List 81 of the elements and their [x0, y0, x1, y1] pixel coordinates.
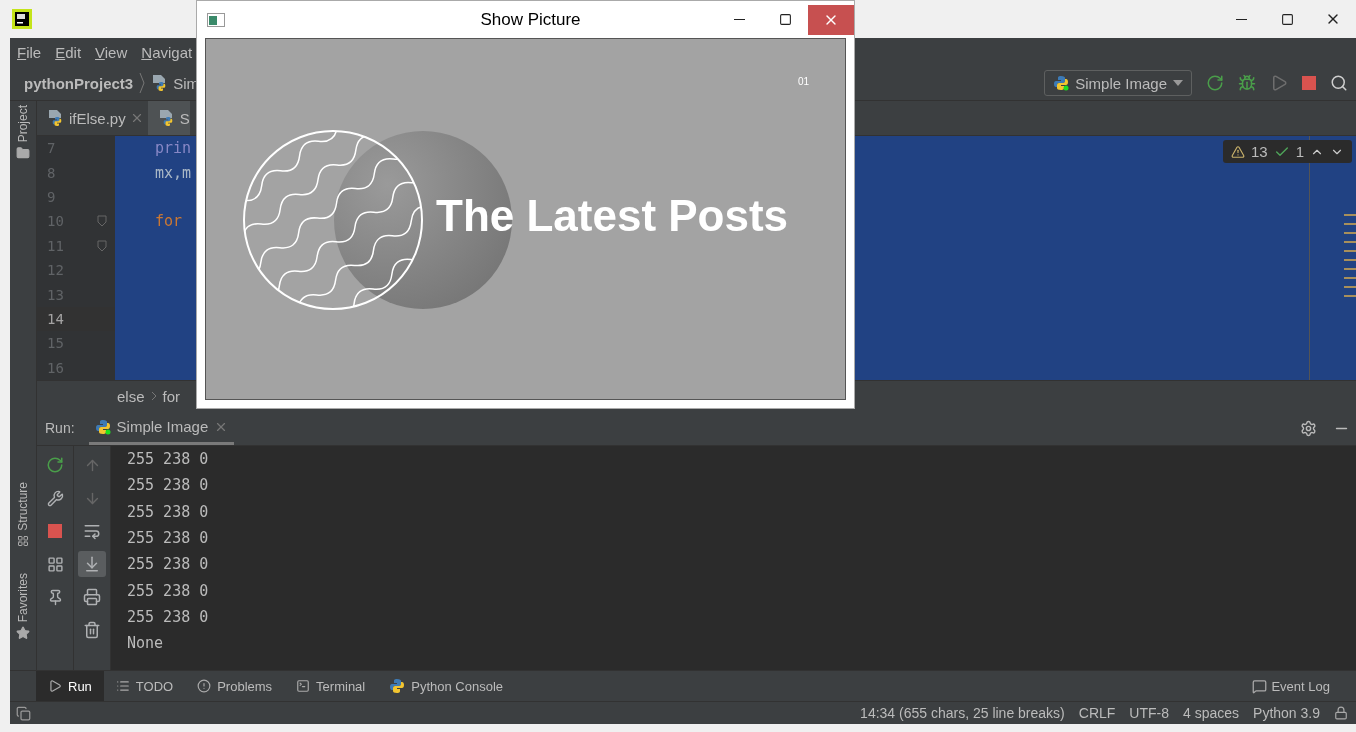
minimize-icon	[733, 19, 745, 20]
status-item[interactable]: UTF-8	[1129, 705, 1169, 721]
chevron-icon	[139, 72, 146, 94]
lock-icon[interactable]	[1334, 706, 1348, 720]
status-item[interactable]: 4 spaces	[1183, 705, 1240, 721]
python-icon	[1053, 75, 1070, 91]
output-line: 255 238 0	[127, 607, 209, 626]
search-icon[interactable]	[1330, 74, 1348, 92]
layout-icon[interactable]	[16, 705, 31, 721]
wrap-icon	[83, 522, 101, 540]
run-label: Run:	[45, 420, 75, 436]
settings-icon[interactable]	[1300, 419, 1317, 437]
layout-icon	[46, 555, 64, 573]
headline: The Latest Posts	[436, 191, 789, 241]
line-number: 14	[47, 310, 65, 327]
structure-icon[interactable]	[17, 535, 29, 548]
slide-number: 01	[798, 76, 810, 87]
warning-icon	[1230, 144, 1245, 159]
app-logo-icon	[12, 9, 32, 29]
bug-icon[interactable]	[1238, 74, 1256, 92]
tool-window-tab[interactable]: Problems	[185, 671, 285, 701]
maximize-icon	[1280, 12, 1294, 26]
trash-icon	[83, 621, 101, 639]
window-title: Show Picture	[480, 9, 581, 30]
tool-window-tab[interactable]: Structure	[16, 478, 30, 536]
chevron-icon	[150, 391, 157, 401]
fold-icon[interactable]	[97, 215, 107, 228]
list-icon	[115, 679, 130, 693]
menu-item[interactable]: File	[17, 43, 42, 61]
rerun-icon[interactable]	[1206, 74, 1224, 92]
output-line: 255 238 0	[127, 581, 209, 600]
python-icon	[94, 418, 111, 435]
terminal-icon	[296, 679, 311, 693]
speech-bubble-icon	[1252, 678, 1268, 694]
maximize-icon	[778, 13, 792, 26]
event-log-button[interactable]: Event Log	[1246, 677, 1356, 695]
tool-window-tab[interactable]: Terminal	[284, 671, 378, 701]
tool-window-tab[interactable]: Run	[36, 671, 104, 701]
star-icon[interactable]	[16, 626, 30, 641]
tool-window-tab[interactable]: Project	[16, 101, 30, 147]
caret-icon	[1173, 80, 1183, 86]
python-icon	[389, 678, 406, 694]
rerun-icon	[46, 456, 64, 474]
wrench-icon	[46, 489, 64, 507]
tool-window-tab[interactable]: Favorites	[16, 569, 30, 627]
minimize-icon	[1235, 18, 1247, 20]
menu-item[interactable]: Edit	[55, 43, 82, 61]
menu-item[interactable]: Navigat	[141, 43, 193, 61]
status-item[interactable]: 14:34 (655 chars, 25 line breaks)	[860, 705, 1065, 721]
editor-tab[interactable]: S	[147, 101, 190, 135]
code-line: mx,m	[155, 163, 192, 182]
output-line: 255 238 0	[127, 450, 209, 469]
code-line: prin	[155, 139, 192, 158]
tool-window-tab[interactable]: Python Console	[377, 671, 515, 701]
fold-icon[interactable]	[97, 239, 107, 252]
inspection-widget[interactable]: 13 1	[1222, 140, 1352, 163]
output-line: None	[127, 634, 164, 653]
folder-icon[interactable]	[16, 146, 30, 161]
breadcrumb[interactable]: else	[117, 387, 145, 405]
warning-count: 13	[1250, 143, 1268, 160]
project-name[interactable]: pythonProject3	[24, 74, 134, 92]
scroll-to-end-button[interactable]	[78, 551, 106, 577]
stop-icon	[48, 524, 62, 538]
typo-count: 1	[1295, 143, 1304, 160]
tool-window-tab[interactable]: TODO	[103, 671, 186, 701]
output-line: 255 238 0	[127, 529, 209, 548]
alert-icon	[197, 679, 212, 693]
play-icon	[48, 679, 62, 693]
printer-icon	[83, 588, 101, 606]
status-item[interactable]: Python 3.9	[1253, 705, 1320, 721]
output-line: 255 238 0	[127, 555, 209, 574]
code-line: for	[155, 212, 183, 231]
output-line: 255 238 0	[127, 502, 209, 521]
breadcrumb[interactable]: for	[162, 387, 181, 405]
status-item[interactable]: CRLF	[1078, 705, 1116, 721]
output-line: 255 238 0	[127, 476, 209, 495]
close-button[interactable]	[808, 4, 854, 35]
scroll-end-icon	[83, 555, 101, 573]
run-config-dropdown[interactable]: Simple Image	[1044, 70, 1192, 96]
menu-item[interactable]: View	[95, 43, 128, 61]
window-icon	[207, 12, 225, 27]
